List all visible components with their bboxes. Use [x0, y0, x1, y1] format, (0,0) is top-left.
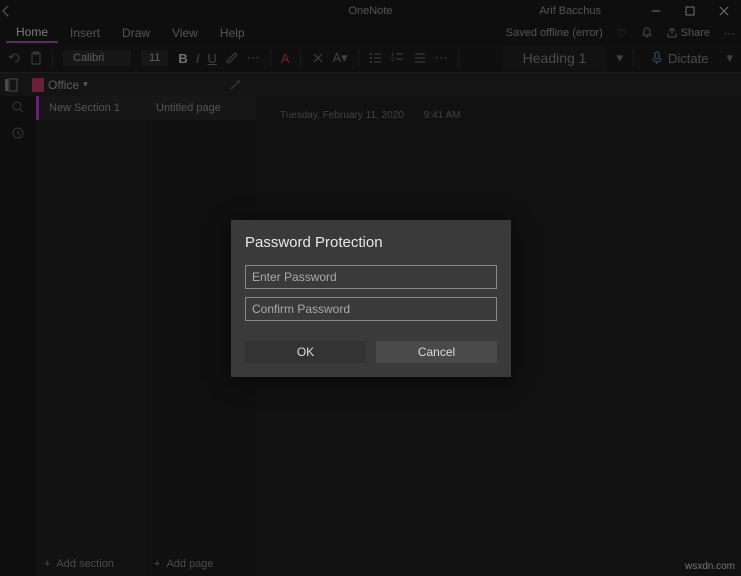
user-name[interactable]: Arif Bacchus: [539, 5, 601, 17]
bell-icon[interactable]: [641, 27, 653, 39]
more-font-button[interactable]: ⋯: [247, 50, 260, 66]
bottom-bar: + Add section + Add page: [36, 552, 256, 576]
password-dialog: Password Protection OK Cancel: [231, 220, 511, 377]
dictate-button[interactable]: Dictate: [644, 49, 716, 68]
indent-button[interactable]: [413, 51, 427, 65]
save-status: Saved offline (error): [506, 27, 603, 39]
ok-button[interactable]: OK: [245, 341, 366, 363]
toolbar-dropdown-icon[interactable]: ▾: [726, 50, 733, 66]
watermark: wsxdn.com: [685, 561, 735, 572]
maximize-button[interactable]: [673, 0, 707, 22]
style-dropdown-icon[interactable]: ▾: [616, 50, 623, 66]
tab-view[interactable]: View: [162, 24, 208, 42]
chevron-down-icon: ▾: [83, 79, 88, 90]
note-date: Tuesday, February 11, 2020: [280, 110, 404, 121]
sections-pane: New Section 1: [36, 96, 146, 576]
tab-draw[interactable]: Draw: [112, 24, 160, 42]
notebook-select[interactable]: Office ▾: [32, 78, 88, 92]
titlebar: OneNote Arif Bacchus: [0, 0, 741, 22]
font-color-button[interactable]: A: [281, 51, 290, 66]
svg-text:2: 2: [391, 57, 394, 63]
clipboard-button[interactable]: [30, 51, 42, 65]
cancel-button[interactable]: Cancel: [376, 341, 497, 363]
search-icon[interactable]: [11, 100, 25, 114]
page-item[interactable]: Untitled page: [146, 96, 256, 120]
bold-button[interactable]: B: [178, 51, 187, 66]
toolbar: Calibri 11 B I U ⋯ A A▾ 12 ⋯ Heading 1 ▾…: [0, 44, 741, 72]
font-name-select[interactable]: Calibri: [63, 50, 131, 66]
underline-button[interactable]: U: [207, 51, 216, 66]
lightbulb-icon[interactable]: ♡: [617, 27, 627, 40]
share-icon: [667, 28, 677, 38]
plus-icon: +: [44, 558, 50, 570]
font-size-select[interactable]: 11: [141, 50, 168, 66]
clear-formatting-button[interactable]: [311, 51, 325, 65]
left-rail: [0, 96, 36, 576]
more-icon[interactable]: ⋯: [724, 27, 735, 40]
back-button[interactable]: [0, 5, 30, 17]
dialog-title: Password Protection: [245, 234, 497, 251]
undo-button[interactable]: [8, 51, 22, 65]
app-title: OneNote: [348, 5, 392, 17]
confirm-password-input[interactable]: [245, 297, 497, 321]
style-select[interactable]: Heading 1: [503, 46, 607, 70]
ribbon-tabs: Home Insert Draw View Help Saved offline…: [0, 22, 741, 44]
highlight-button[interactable]: [225, 51, 239, 65]
mic-icon: [652, 51, 662, 65]
numbering-button[interactable]: 12: [391, 51, 405, 65]
search-mode-icon[interactable]: [229, 79, 241, 91]
bullets-button[interactable]: [369, 51, 383, 65]
window-controls: [639, 0, 741, 22]
share-button[interactable]: Share: [667, 27, 710, 39]
format-painter-button[interactable]: A▾: [333, 50, 348, 66]
tab-insert[interactable]: Insert: [60, 24, 110, 42]
recent-icon[interactable]: [11, 126, 25, 140]
note-time: 9:41 AM: [424, 110, 461, 121]
add-section-button[interactable]: + Add section: [36, 552, 146, 576]
section-item[interactable]: New Section 1: [36, 96, 146, 120]
close-button[interactable]: [707, 0, 741, 22]
plus-icon: +: [154, 558, 160, 570]
nav-toggle-icon[interactable]: [4, 78, 24, 92]
italic-button[interactable]: I: [196, 51, 200, 66]
tab-help[interactable]: Help: [210, 24, 255, 42]
notebook-color-icon: [32, 78, 44, 92]
notebook-bar: Office ▾: [0, 72, 741, 96]
more-para-button[interactable]: ⋯: [435, 50, 448, 66]
tab-home[interactable]: Home: [6, 23, 58, 43]
minimize-button[interactable]: [639, 0, 673, 22]
add-page-button[interactable]: + Add page: [146, 552, 256, 576]
enter-password-input[interactable]: [245, 265, 497, 289]
